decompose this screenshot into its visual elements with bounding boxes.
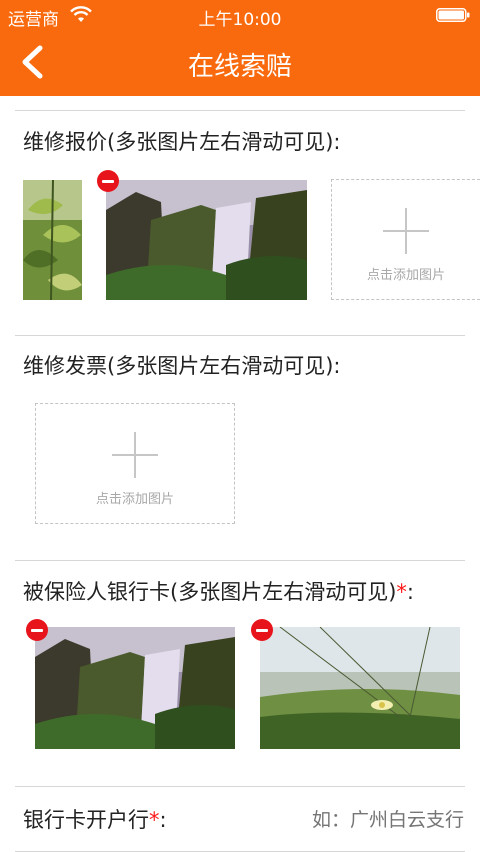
- label-colon: :: [406, 580, 414, 604]
- required-mark: *: [149, 808, 160, 832]
- repair-invoice-add-image[interactable]: 点击添加图片: [35, 403, 235, 524]
- delete-image-icon[interactable]: [251, 619, 273, 641]
- bank-branch-label: 银行卡开户行*:: [23, 804, 167, 834]
- bank-card-image-waterfall[interactable]: [35, 627, 235, 749]
- divider: [15, 560, 465, 561]
- plus-icon: [112, 432, 158, 478]
- delete-image-icon[interactable]: [26, 619, 48, 641]
- divider: [15, 110, 465, 111]
- bank-card-image-flower[interactable]: [260, 627, 460, 749]
- add-image-text: 点击添加图片: [366, 268, 445, 283]
- repair-invoice-label: 维修发票(多张图片左右滑动可见):: [23, 354, 341, 378]
- delete-image-icon[interactable]: [97, 170, 119, 192]
- plus-icon: [383, 208, 429, 254]
- bank-card-label-text: 被保险人银行卡(多张图片左右滑动可见): [23, 580, 397, 604]
- label-colon: :: [159, 808, 167, 832]
- divider: [15, 335, 465, 336]
- add-image-text: 点击添加图片: [95, 492, 174, 507]
- required-mark: *: [396, 580, 407, 604]
- status-bar: 运营商 上午10:00: [0, 0, 480, 30]
- page-title: 在线索赔: [187, 52, 292, 82]
- bank-branch-input[interactable]: [202, 808, 466, 832]
- divider: [15, 786, 465, 787]
- battery-icon: [436, 8, 470, 22]
- bank-card-label: 被保险人银行卡(多张图片左右滑动可见)*:: [23, 576, 414, 606]
- repair-quote-image-leaves[interactable]: [23, 180, 82, 300]
- app-header: 运营商 上午10:00 在线索赔: [0, 0, 480, 96]
- repair-quote-add-image[interactable]: 点击添加图片: [331, 179, 480, 300]
- repair-quote-label: 维修报价(多张图片左右滑动可见):: [23, 130, 341, 154]
- bank-branch-label-text: 银行卡开户行: [23, 808, 149, 832]
- repair-quote-image-waterfall[interactable]: [106, 180, 307, 300]
- clock: 上午10:00: [198, 10, 282, 30]
